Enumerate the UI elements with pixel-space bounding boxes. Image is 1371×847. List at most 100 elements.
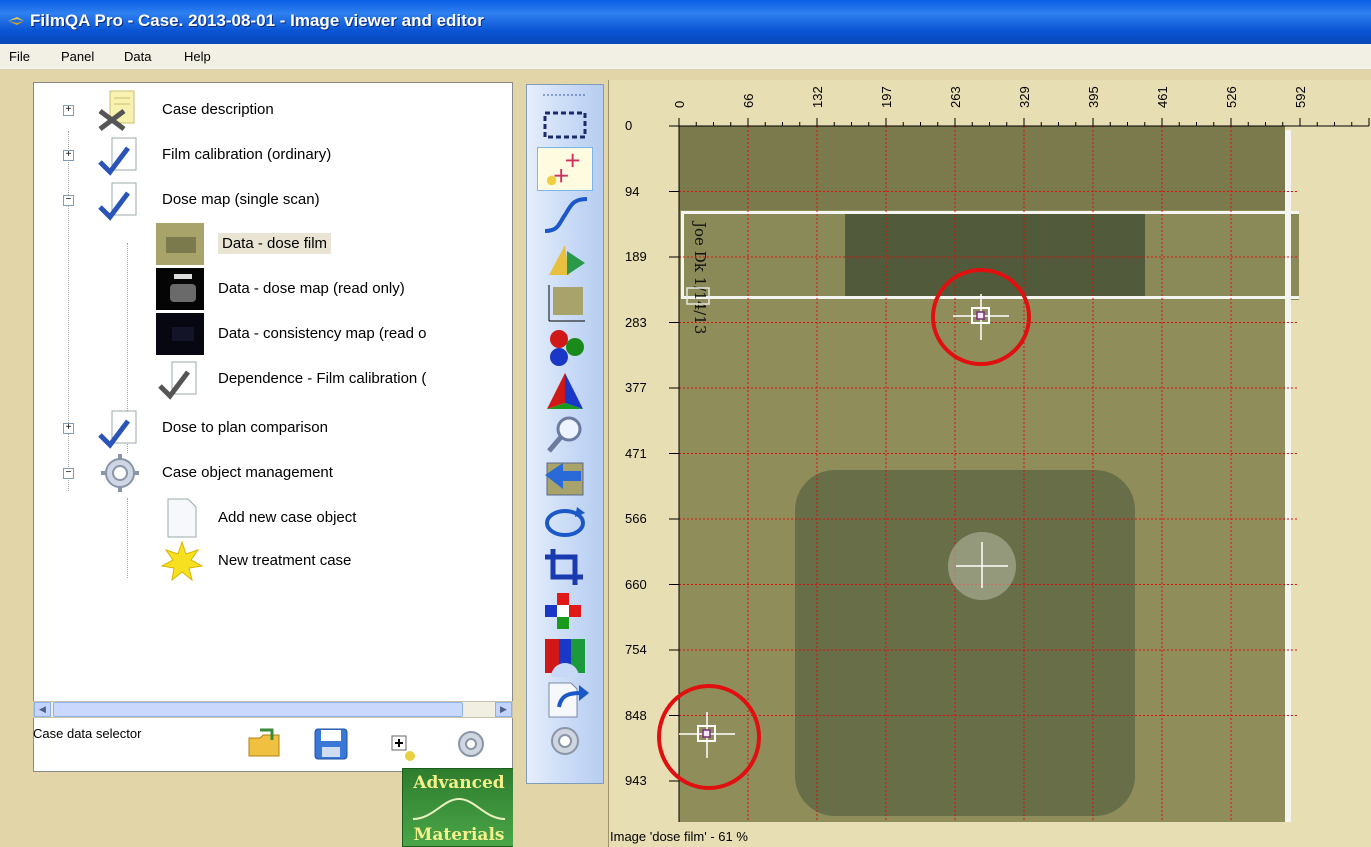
image-canvas[interactable]: Joe Dk 1/14/13	[609, 80, 1371, 830]
magnifier-icon[interactable]	[537, 413, 593, 457]
y-ruler-label: 660	[625, 576, 647, 592]
center-crosshair-marker[interactable]	[948, 532, 1016, 600]
y-ruler-ticks	[669, 125, 679, 782]
expander-dose-to-plan[interactable]: +	[63, 423, 74, 434]
tree-item-label: New treatment case	[218, 552, 352, 569]
film-right-edge	[1285, 130, 1291, 822]
x-ruler-label: 329	[1017, 86, 1032, 108]
tree-item-case-description[interactable]: Case description	[94, 89, 494, 131]
x-ruler-label: 526	[1224, 86, 1239, 108]
scroll-left-arrow-icon[interactable]: ◀	[34, 702, 51, 717]
point-marker-icon	[546, 153, 580, 186]
tree-item-consistency-map[interactable]: Data - consistency map (read o	[154, 313, 512, 355]
status-bar: Image 'dose film' - 61 %	[610, 829, 748, 844]
y-ruler-label: 94	[625, 183, 640, 199]
tree-item-dependence[interactable]: Dependence - Film calibration (	[154, 358, 512, 400]
image-viewer[interactable]: Joe Dk 1/14/13 0 66 132 197 263 329 395 …	[608, 80, 1371, 847]
x-ruler-label: 0	[672, 100, 687, 108]
analysis-arrow-icon[interactable]	[537, 237, 593, 281]
film-edge-line	[681, 211, 1299, 214]
tree-item-label: Film calibration (ordinary)	[162, 146, 332, 163]
app-icon	[8, 17, 24, 25]
tree-item-label: Case description	[162, 101, 274, 118]
tree-item-label: Dependence - Film calibration (	[218, 370, 427, 387]
scroll-right-arrow-icon[interactable]: ▶	[495, 702, 512, 717]
x-ruler-label: 132	[810, 86, 825, 108]
tree-item-dose-map[interactable]: Dose map (single scan)	[94, 179, 494, 221]
y-ruler-label: 283	[625, 314, 647, 330]
viewer-settings-gear-icon[interactable]	[537, 721, 593, 765]
image-tools-toolbar	[521, 80, 608, 847]
expander-film-calibration[interactable]: +	[63, 150, 74, 161]
dose-map-thumbnail-icon	[156, 268, 204, 310]
y-ruler-label: 0	[625, 118, 633, 133]
expander-dose-map[interactable]: −	[63, 195, 74, 206]
film-handwritten-marker: Joe Dk 1/14/13	[691, 220, 709, 334]
tree-item-dose-to-plan[interactable]: Dose to plan comparison	[94, 407, 494, 449]
select-region-icon[interactable]	[537, 103, 593, 147]
settings-gear-icon[interactable]	[452, 726, 490, 762]
tree-horizontal-scrollbar[interactable]: ◀ ▶	[33, 701, 513, 718]
logo-line-2: Materials	[413, 825, 505, 845]
x-ruler-label: 197	[879, 86, 894, 108]
crop-icon[interactable]	[537, 545, 593, 589]
undo-image-icon[interactable]	[537, 457, 593, 501]
advanced-materials-logo: Advanced Materials	[402, 768, 514, 847]
tree-item-label: Dose map (single scan)	[162, 191, 320, 208]
tree-item-add-new-case-object[interactable]: Add new case object	[154, 497, 494, 539]
film-thumbnail-icon	[156, 223, 204, 265]
tree-item-dose-map-read-only[interactable]: Data - dose map (read only)	[154, 268, 494, 310]
scroll-thumb[interactable]	[53, 702, 463, 717]
tree-item-dose-film[interactable]: Data - dose film	[154, 223, 494, 265]
tree-item-film-calibration[interactable]: Film calibration (ordinary)	[94, 134, 494, 176]
menu-help[interactable]: Help	[184, 49, 211, 64]
case-data-panel: + + − + − Case description Film calibrat…	[0, 70, 520, 847]
toolbar-grip-icon[interactable]	[537, 89, 593, 103]
open-folder-icon[interactable]	[246, 726, 284, 762]
calibration-curve-icon[interactable]	[537, 193, 593, 237]
lower-dose-region	[795, 470, 1135, 816]
check-document-icon	[98, 137, 137, 176]
x-ruler-label: 461	[1155, 86, 1170, 108]
tree-item-label: Case object management	[162, 464, 333, 481]
tool-strip	[526, 84, 604, 784]
rgb-pyramid-icon[interactable]	[537, 369, 593, 413]
y-ruler-label: 471	[625, 445, 647, 461]
tree-item-case-object-management[interactable]: Case object management	[94, 452, 494, 494]
spectrum-filter-icon[interactable]	[537, 633, 593, 677]
x-ruler-label: 592	[1293, 86, 1308, 108]
blank-document-icon	[167, 498, 197, 538]
case-data-selector-label: Case data selector	[33, 726, 142, 741]
check-document-icon	[158, 361, 197, 400]
tree-connector	[127, 498, 128, 578]
tree-item-label: Data - dose map (read only)	[218, 280, 405, 297]
color-grid-icon[interactable]	[537, 589, 593, 633]
export-icon[interactable]	[537, 677, 593, 721]
tree-item-label: Add new case object	[218, 509, 357, 526]
menu-bar: File Panel Data Help	[0, 44, 1371, 70]
check-document-icon	[98, 410, 137, 449]
tree-item-new-treatment-case[interactable]: New treatment case	[154, 540, 494, 582]
rotate-icon[interactable]	[537, 501, 593, 545]
expander-case-object-management[interactable]: −	[63, 468, 74, 479]
expander-case-description[interactable]: +	[63, 105, 74, 116]
y-ruler-label: 566	[625, 511, 647, 526]
panel-splitter[interactable]	[513, 70, 521, 847]
y-ruler-label: 377	[625, 380, 647, 395]
y-ruler-label: 754	[625, 642, 647, 657]
menu-file[interactable]: File	[9, 49, 30, 64]
menu-data[interactable]: Data	[124, 49, 151, 64]
y-ruler-label: 943	[625, 773, 647, 788]
color-channels-icon[interactable]	[537, 325, 593, 369]
title-bar[interactable]: FilmQA Pro - Case. 2013-08-01 - Image vi…	[0, 0, 1371, 44]
case-tree[interactable]: + + − + − Case description Film calibrat…	[33, 82, 513, 772]
menu-panel[interactable]: Panel	[61, 49, 94, 64]
point-marker-tool-button[interactable]	[537, 147, 593, 191]
film-edge-line	[681, 296, 1299, 299]
film-top-strip	[679, 126, 1285, 210]
add-object-icon[interactable]	[386, 730, 424, 766]
save-icon[interactable]	[312, 726, 350, 762]
x-ruler-label: 263	[948, 86, 963, 108]
logo-line-1: Advanced	[413, 773, 505, 793]
image-profile-icon[interactable]	[537, 281, 593, 325]
